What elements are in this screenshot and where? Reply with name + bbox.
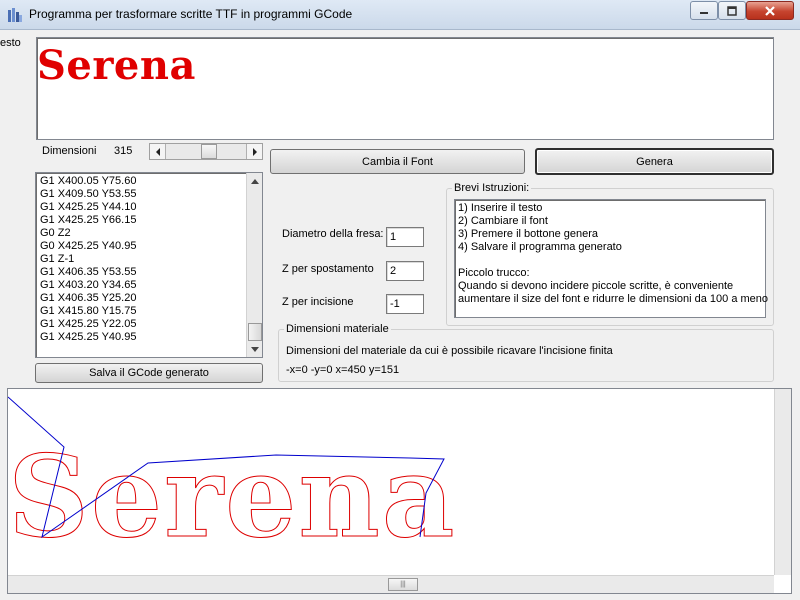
text-label: esto xyxy=(0,37,21,49)
dimensions-label: Dimensioni xyxy=(42,145,97,157)
gcode-line[interactable]: G1 X406.35 Y53.55 xyxy=(40,266,136,279)
maximize-icon xyxy=(727,5,737,16)
instruction-line: 3) Premere il bottone genera xyxy=(458,228,599,240)
gcode-line[interactable]: G0 X425.25 Y40.95 xyxy=(40,240,136,253)
z-travel-label: Z per spostamento xyxy=(282,263,374,275)
slider-right-arrow[interactable] xyxy=(246,144,262,159)
gcode-line[interactable]: G1 X425.25 Y66.15 xyxy=(40,214,136,227)
toolpath-drawing: Serena xyxy=(8,396,456,564)
canvas-hscroll-thumb[interactable]: ||| xyxy=(388,578,418,591)
canvas-vertical-scrollbar[interactable] xyxy=(774,389,791,575)
instruction-line xyxy=(458,254,762,267)
preview-text: Serena xyxy=(37,42,196,89)
instruction-line: aumentare il size del font e ridurre le … xyxy=(458,293,769,305)
gcode-line[interactable]: G1 X425.25 Y44.10 xyxy=(40,201,136,214)
save-gcode-button[interactable]: Salva il GCode generato xyxy=(35,363,263,383)
gcode-lines: G1 X400.05 Y75.60 G1 X409.50 Y53.55 G1 X42… xyxy=(40,175,136,344)
arrow-down-icon xyxy=(251,346,259,352)
scroll-down-arrow[interactable] xyxy=(247,341,262,357)
slider-thumb[interactable] xyxy=(201,144,217,159)
gcode-line[interactable]: G1 X409.50 Y53.55 xyxy=(40,188,136,201)
gcode-line[interactable]: G0 Z2 xyxy=(40,227,136,240)
material-description: Dimensioni del materiale da cui è possib… xyxy=(286,345,613,357)
window-title: Programma per trasformare scritte TTF in… xyxy=(29,7,353,21)
dimensions-slider[interactable] xyxy=(149,143,263,160)
arrow-left-icon xyxy=(155,147,160,156)
z-engrave-label: Z per incisione xyxy=(282,296,354,308)
close-button[interactable] xyxy=(746,1,794,20)
material-title: Dimensioni materiale xyxy=(284,323,391,335)
gcode-line[interactable]: G1 Z-1 xyxy=(40,253,136,266)
diameter-label: Diametro della fresa: xyxy=(282,228,384,240)
minimize-button[interactable] xyxy=(690,1,718,20)
instruction-line: 1) Inserire il testo xyxy=(458,202,543,214)
gcode-line[interactable]: G1 X415.80 Y15.75 xyxy=(40,305,136,318)
gcode-line[interactable]: G1 X406.35 Y25.20 xyxy=(40,292,136,305)
generate-button[interactable]: Genera xyxy=(535,148,774,175)
app-icon xyxy=(7,7,23,23)
maximize-button[interactable] xyxy=(718,1,746,20)
gcode-output-list[interactable]: G1 X400.05 Y75.60 G1 X409.50 Y53.55 G1 X42… xyxy=(35,172,263,358)
gcode-list-scrollbar[interactable] xyxy=(246,173,262,357)
instruction-line: 4) Salvare il programma generato xyxy=(458,241,622,253)
diameter-field[interactable]: 1 xyxy=(386,227,424,247)
gcode-line[interactable]: G1 X400.05 Y75.60 xyxy=(40,175,136,188)
gcode-line[interactable]: G1 X425.25 Y40.95 xyxy=(40,331,136,344)
gcode-line[interactable]: G1 X403.20 Y34.65 xyxy=(40,279,136,292)
change-font-button[interactable]: Cambia il Font xyxy=(270,149,525,174)
text-input-area[interactable]: Serena xyxy=(36,37,774,140)
instruction-line: 2) Cambiare il font xyxy=(458,215,548,227)
instruction-line: Piccolo trucco: xyxy=(458,267,530,279)
z-engrave-field[interactable]: -1 xyxy=(386,294,424,314)
material-values: -x=0 -y=0 x=450 y=151 xyxy=(286,364,400,376)
gcode-line[interactable]: G1 X425.25 Y22.05 xyxy=(40,318,136,331)
arrow-up-icon xyxy=(251,178,259,184)
slider-left-arrow[interactable] xyxy=(150,144,166,159)
scroll-up-arrow[interactable] xyxy=(247,173,262,189)
minimize-icon xyxy=(700,11,708,14)
arrow-right-icon xyxy=(252,147,257,156)
z-travel-field[interactable]: 2 xyxy=(386,261,424,281)
close-icon xyxy=(765,5,775,16)
dimensions-value: 315 xyxy=(114,145,133,157)
instructions-title: Brevi Istruzioni: xyxy=(452,182,532,194)
instruction-line: Quando si devono incidere piccole scritt… xyxy=(458,280,734,292)
toolpath-preview[interactable]: Serena ||| xyxy=(7,388,792,594)
outline-text: Serena xyxy=(8,432,456,563)
canvas-horizontal-scrollbar[interactable]: ||| xyxy=(8,575,774,593)
gcode-list-thumb[interactable] xyxy=(248,323,262,341)
title-bar[interactable]: Programma per trasformare scritte TTF in… xyxy=(0,0,800,30)
instructions-text: 1) Inserire il testo 2) Cambiare il font 3… xyxy=(454,199,769,318)
